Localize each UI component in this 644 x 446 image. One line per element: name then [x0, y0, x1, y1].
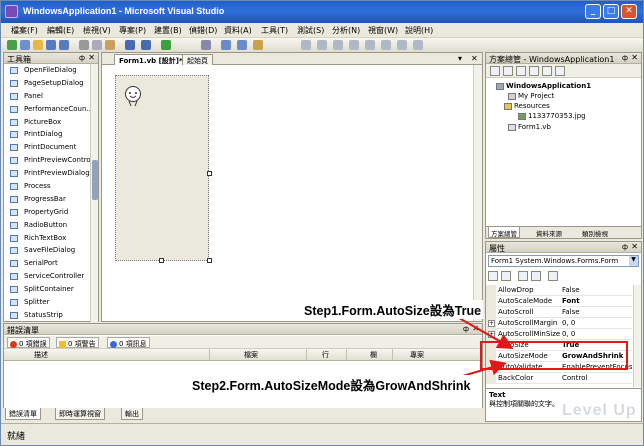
watermark-text: Level Up — [562, 402, 637, 419]
annotation-step1: Step1.Form.AutoSize設為True — [302, 300, 484, 319]
annotation-step2: Step2.Form.AutoSizeMode設為GrowAndShrink — [190, 375, 473, 394]
